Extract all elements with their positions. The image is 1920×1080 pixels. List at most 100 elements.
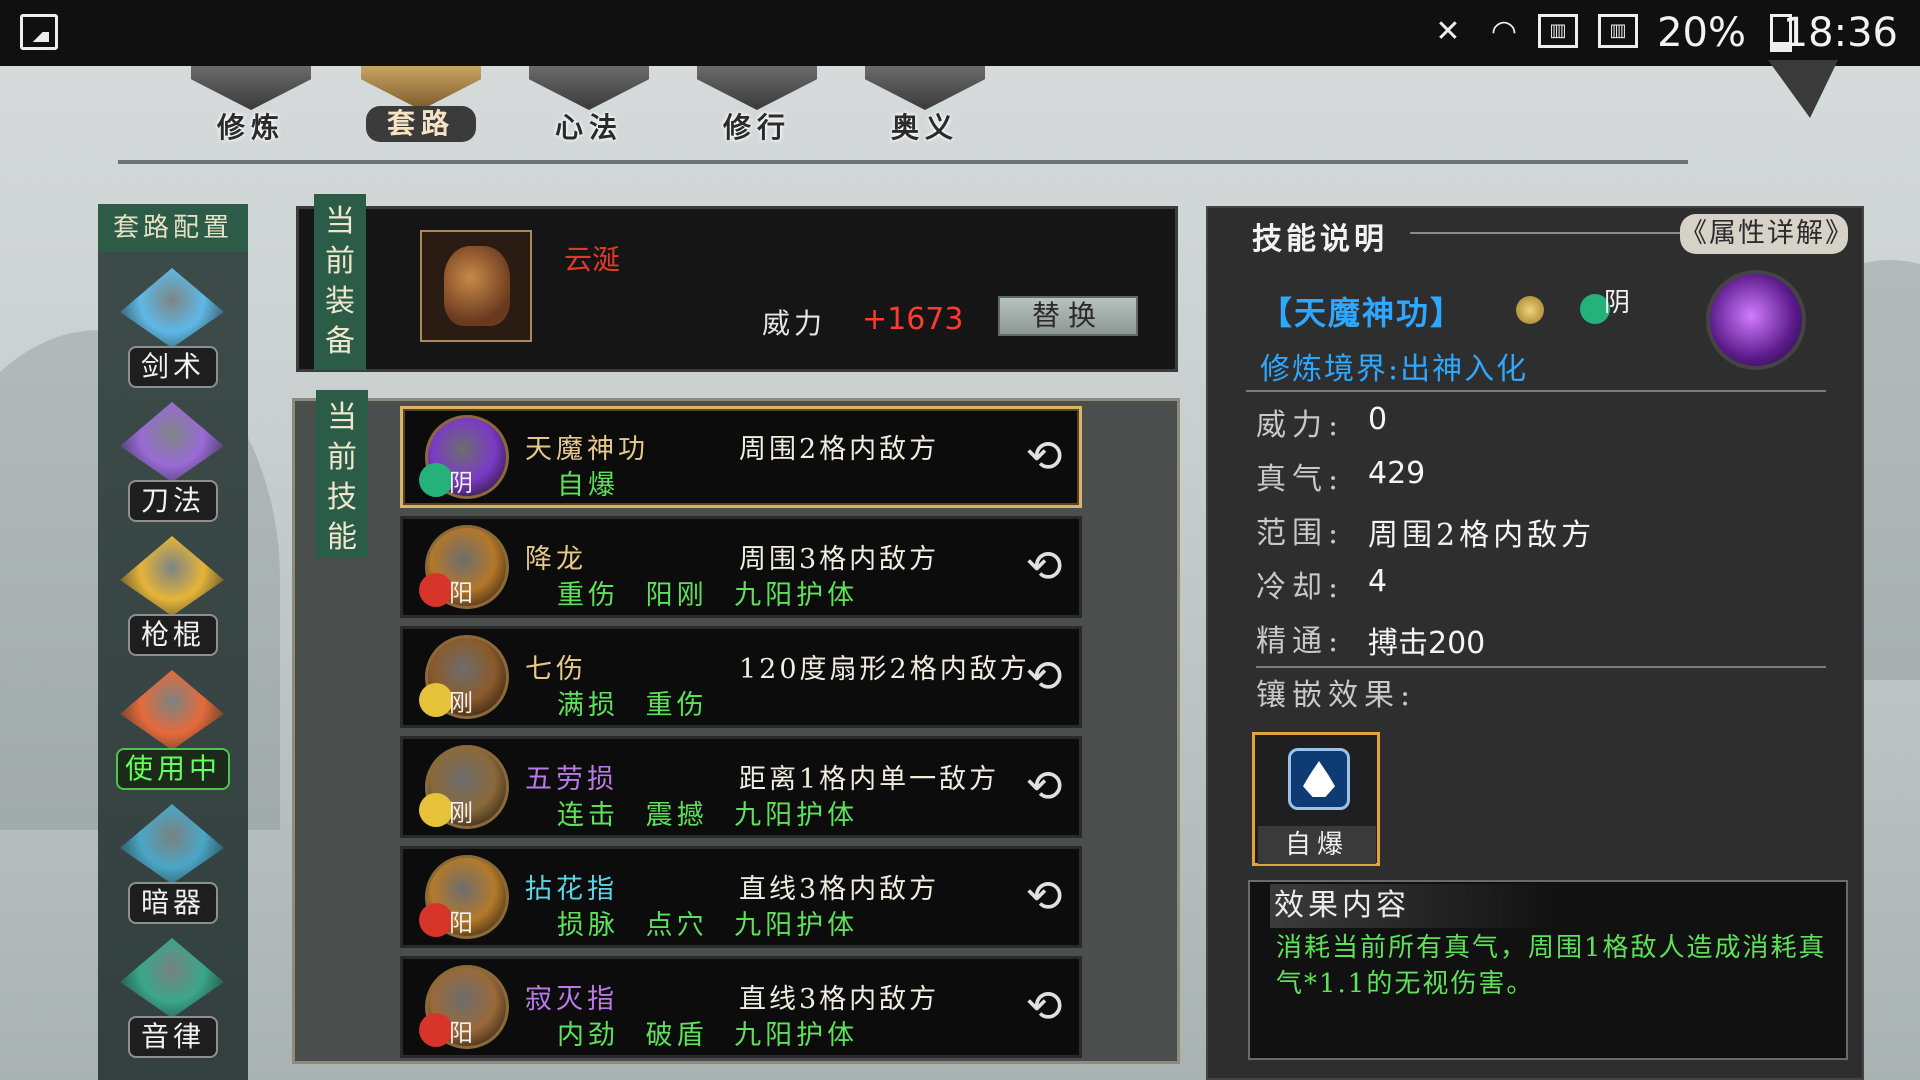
- category-label: 刀法: [128, 480, 218, 522]
- category-spear[interactable]: 枪棍: [110, 536, 236, 668]
- skill-name: 拈花指: [525, 874, 618, 905]
- element-label: 阳: [449, 1019, 473, 1047]
- equipment-tag: 当前装备: [314, 194, 366, 370]
- swap-icon[interactable]: ⟲: [1017, 983, 1071, 1031]
- divider: [118, 160, 1688, 164]
- tab-routine[interactable]: 套路: [346, 66, 496, 144]
- swap-icon[interactable]: ⟲: [1017, 543, 1071, 591]
- skill-row[interactable]: 刚 七伤 120度扇形2格内敌方 满损 重伤 ⟲: [400, 626, 1082, 728]
- battery-percent: 20%: [1657, 10, 1746, 56]
- skill-effects: 自爆: [557, 470, 619, 501]
- element-label: 刚: [449, 689, 473, 717]
- element-icon: [419, 793, 453, 827]
- tab-mystery[interactable]: 奥义: [850, 66, 1000, 144]
- stat-value: 429: [1368, 456, 1426, 491]
- skills-tag: 当前技能: [316, 390, 368, 558]
- skill-name: 寂灭指: [525, 984, 618, 1015]
- stat-label: 真气:: [1256, 462, 1345, 497]
- skill-effects: 连击 震撼 九阳护体: [557, 800, 859, 831]
- blade-icon: [120, 402, 224, 482]
- sim2-icon: ▥: [1598, 14, 1638, 48]
- skill-range: 周围3格内敌方: [739, 544, 940, 575]
- status-bar: ✕ ◠ ▥ ▥ 20% 18:36: [0, 0, 1920, 66]
- replace-button[interactable]: 替换: [998, 296, 1138, 336]
- skill-effects: 内劲 破盾 九阳护体: [557, 1020, 859, 1051]
- effect-title: 效果内容: [1270, 884, 1560, 928]
- close-button[interactable]: [1768, 60, 1838, 118]
- skill-row[interactable]: 阳 降龙 周围3格内敌方 重伤 阳刚 九阳护体 ⟲: [400, 516, 1082, 618]
- gallery-icon: [20, 14, 58, 50]
- skill-row[interactable]: 阳 寂灭指 直线3格内敌方 内劲 破盾 九阳护体 ⟲: [400, 956, 1082, 1058]
- swap-icon[interactable]: ⟲: [1017, 433, 1071, 481]
- skill-range: 直线3格内敌方: [739, 984, 940, 1015]
- tab-mind-method[interactable]: 心法: [514, 66, 664, 144]
- skill-name: 天魔神功: [525, 434, 649, 465]
- tab-label: 心法: [554, 111, 623, 144]
- category-label: 音律: [128, 1016, 218, 1058]
- equipment-slot[interactable]: [420, 230, 532, 342]
- inlay-label: 镶嵌效果:: [1256, 678, 1417, 713]
- category-music[interactable]: 音律: [110, 938, 236, 1070]
- gauntlet-icon: [444, 246, 510, 326]
- stat-label: 冷却:: [1256, 570, 1345, 605]
- hidden-weapon-icon: [120, 804, 224, 884]
- stat-label: 范围:: [1256, 516, 1345, 551]
- skill-range: 直线3格内敌方: [739, 874, 940, 905]
- music-icon: [120, 938, 224, 1018]
- skill-row[interactable]: 阴 天魔神功 周围2格内敌方 自爆 ⟲: [400, 406, 1082, 508]
- tab-emblem-icon: [697, 66, 817, 110]
- tab-label: 奥义: [890, 111, 959, 144]
- swap-icon[interactable]: ⟲: [1017, 763, 1071, 811]
- category-sword[interactable]: 剑术: [110, 268, 236, 400]
- tab-emblem-icon: [361, 66, 481, 110]
- equipment-name: 云涎: [564, 243, 621, 276]
- element-icon: [419, 683, 453, 717]
- sword-icon: [120, 268, 224, 348]
- skill-name: 五劳损: [525, 764, 618, 795]
- spear-icon: [120, 536, 224, 616]
- skill-name: 降龙: [525, 544, 587, 575]
- stat-label: 威力:: [1256, 408, 1345, 443]
- attribute-detail-button[interactable]: 《属性详解》: [1680, 214, 1852, 254]
- power-value: +1673: [862, 302, 964, 337]
- sim1-icon: ▥: [1538, 14, 1578, 48]
- wifi-icon: ◠: [1490, 14, 1518, 49]
- rail-title: 套路配置: [98, 204, 248, 252]
- fist-icon: [120, 670, 224, 750]
- swap-icon[interactable]: ⟲: [1017, 653, 1071, 701]
- skill-range: 120度扇形2格内敌方: [739, 654, 1030, 685]
- category-blade[interactable]: 刀法: [110, 402, 236, 534]
- power-label: 威力: [762, 307, 827, 340]
- tab-emblem-icon: [529, 66, 649, 110]
- skill-row[interactable]: 刚 五劳损 距离1格内单一敌方 连击 震撼 九阳护体 ⟲: [400, 736, 1082, 838]
- tab-label: 修炼: [216, 111, 285, 144]
- tab-label: 修行: [722, 111, 791, 144]
- tab-label: 套路: [366, 106, 476, 142]
- skill-orb-icon: [1706, 270, 1806, 370]
- skill-effects: 损脉 点穴 九阳护体: [557, 910, 859, 941]
- clock: 18:36: [1782, 10, 1898, 56]
- skill-name: 七伤: [525, 654, 587, 685]
- category-label: 暗器: [128, 882, 218, 924]
- skill-title: 【天魔神功】: [1260, 294, 1465, 332]
- stat-value: 搏击200: [1368, 626, 1486, 661]
- tab-emblem-icon: [191, 66, 311, 110]
- tab-emblem-icon: [865, 66, 985, 110]
- divider: [1410, 232, 1680, 234]
- element-label: 阴: [449, 469, 473, 497]
- divider: [1256, 666, 1826, 668]
- skill-effects: 重伤 阳刚 九阳护体: [557, 580, 859, 611]
- tab-cultivate[interactable]: 修炼: [176, 66, 326, 144]
- tab-practice[interactable]: 修行: [682, 66, 832, 144]
- stat-value: 4: [1368, 564, 1388, 599]
- coin-icon: [1516, 296, 1544, 324]
- swap-icon[interactable]: ⟲: [1017, 873, 1071, 921]
- category-hidden-weapon[interactable]: 暗器: [110, 804, 236, 936]
- category-label: 使用中: [116, 748, 230, 790]
- skill-range: 距离1格内单一敌方: [739, 764, 1000, 795]
- skill-row[interactable]: 阳 拈花指 直线3格内敌方 损脉 点穴 九阳护体 ⟲: [400, 846, 1082, 948]
- category-in-use[interactable]: 使用中: [110, 670, 236, 802]
- element-label: 阴: [1604, 288, 1631, 318]
- stat-value: 周围2格内敌方: [1368, 518, 1596, 553]
- element-icon: [419, 903, 453, 937]
